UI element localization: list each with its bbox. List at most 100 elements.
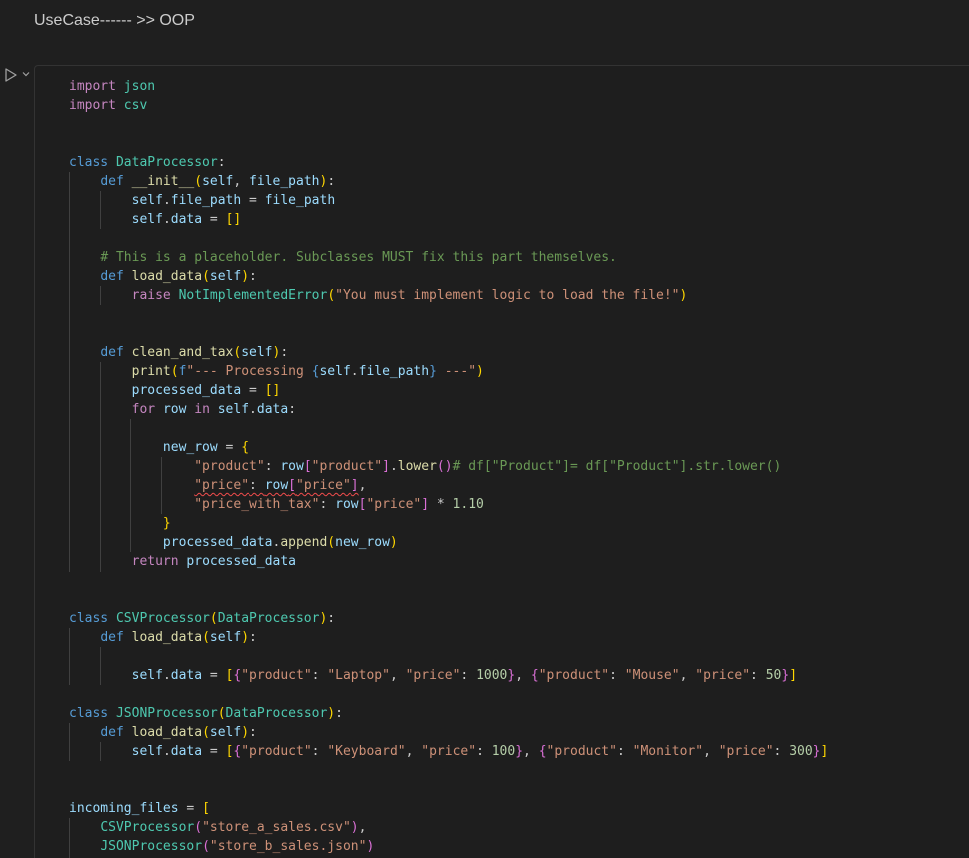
code-token: "store_b_sales.json" (209, 839, 367, 854)
code-token: , (389, 668, 406, 683)
code-token: load_data (131, 725, 203, 740)
code-token: ---" (436, 364, 477, 379)
code-token: load_data (131, 630, 203, 645)
code-token: class (69, 706, 109, 721)
code-token: load_data (131, 269, 203, 284)
code-token: "product" (241, 668, 312, 683)
code-token: , (358, 820, 367, 835)
code-token: "price" (296, 478, 351, 493)
code-line: "product": row["product"].lower()# df["P… (69, 457, 781, 476)
code-token: row (264, 478, 289, 493)
code-line: import json (69, 77, 155, 96)
code-token: 300 (789, 744, 813, 759)
code-token: row (335, 497, 359, 512)
code-token: import (69, 98, 116, 113)
code-token: , (679, 668, 696, 683)
code-token: "price" (194, 478, 250, 493)
code-line: class DataProcessor: (69, 153, 226, 172)
code-token: csv (123, 98, 148, 113)
code-token: def (100, 174, 124, 189)
code-token: : (460, 668, 477, 683)
code-token: ) (241, 269, 250, 284)
code-line: raise NotImplementedError("You must impl… (69, 286, 688, 305)
code-token: = (241, 193, 265, 208)
code-line: class CSVProcessor(DataProcessor): (69, 609, 335, 628)
code-token: self (319, 364, 351, 379)
code-token: . (389, 459, 398, 474)
code-token: ] (789, 668, 798, 683)
code-token: self (202, 174, 234, 189)
code-token: processed_data (131, 383, 242, 398)
code-token: DataProcessor (115, 155, 218, 170)
code-token: def (100, 630, 124, 645)
code-line: def clean_and_tax(self): (69, 343, 288, 362)
code-token: self (131, 212, 163, 227)
code-token: 50 (765, 668, 782, 683)
code-token: data (256, 402, 289, 417)
code-line: processed_data.append(new_row) (69, 533, 398, 552)
code-token: data (170, 668, 203, 683)
code-token: def (100, 269, 124, 284)
code-token: } (162, 516, 171, 531)
code-token: [] (225, 212, 242, 227)
code-token: , (405, 744, 422, 759)
code-token: file_path (358, 364, 430, 379)
code-token: ) (366, 839, 375, 854)
code-token: : (750, 668, 766, 683)
code-token: "product" (546, 744, 617, 759)
code-token: : (249, 269, 257, 284)
code-token: : (335, 706, 343, 721)
code-token: "price" (405, 668, 461, 683)
code-token: : (288, 402, 297, 417)
code-token: raise (131, 288, 171, 303)
code-line: processed_data = [] (69, 381, 281, 400)
code-token: row (280, 459, 304, 474)
code-token: "Mouse" (624, 668, 680, 683)
code-line: incoming_files = [ (69, 799, 210, 818)
code-token: [ (288, 478, 296, 493)
code-token: return (131, 554, 179, 569)
code-token: ] (421, 497, 430, 512)
code-token: in (194, 402, 210, 417)
code-token: ( (202, 630, 210, 645)
code-token: data (170, 212, 203, 227)
code-token: { (538, 744, 547, 759)
code-token: data (170, 744, 203, 759)
code-token: : (249, 478, 265, 493)
code-token: json (123, 79, 156, 94)
code-token: : (773, 744, 790, 759)
code-token: lower (397, 459, 437, 474)
code-token: ] (382, 459, 390, 474)
run-cell-icon[interactable] (4, 68, 18, 82)
code-token: DataProcessor (225, 706, 328, 721)
code-token: def (100, 725, 124, 740)
code-token: : (609, 668, 625, 683)
code-token: file_path (264, 193, 336, 208)
code-line: CSVProcessor("store_a_sales.csv"), (69, 818, 366, 837)
code-token: ) (476, 364, 484, 379)
code-token: = (217, 440, 242, 455)
code-token: } (781, 668, 790, 683)
code-token: . (162, 193, 171, 208)
code-token: self (209, 630, 242, 645)
code-line: def __init__(self, file_path): (69, 172, 335, 191)
chevron-down-icon[interactable] (21, 69, 31, 79)
code-line: def load_data(self): (69, 723, 257, 742)
code-line: def load_data(self): (69, 267, 257, 286)
